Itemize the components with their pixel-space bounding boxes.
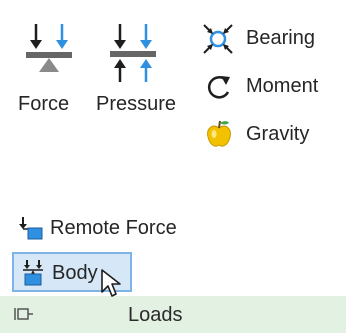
remote-force-label: Remote Force [50,217,177,239]
bearing-button[interactable]: Bearing [200,18,340,60]
force-icon [24,22,76,84]
pressure-label: Pressure [96,93,177,115]
gravity-label: Gravity [246,123,310,145]
remote-force-button[interactable]: Remote Force [14,210,204,246]
bearing-label: Bearing [246,27,315,49]
moment-label: Moment [246,75,319,97]
pressure-button[interactable]: Pressure [96,18,192,128]
mouse-pointer-icon [100,268,122,305]
gravity-apple-icon [204,118,234,150]
panel-title-bar[interactable]: Loads [0,296,346,333]
force-label: Force [18,93,70,115]
panel-pin-icon[interactable] [14,305,34,328]
moment-icon [204,73,234,103]
force-button[interactable]: Force [18,18,84,128]
remote-force-icon [18,216,44,242]
bearing-icon [202,23,234,55]
body-load-icon [20,259,46,287]
pressure-icon [108,22,160,84]
body-label: Body [52,262,98,284]
loads-ribbon-panel: Force Pressure Bearing Moment Gravity Re… [0,0,346,333]
gravity-button[interactable]: Gravity [200,112,340,154]
moment-button[interactable]: Moment [200,66,346,108]
panel-title: Loads [128,304,183,326]
